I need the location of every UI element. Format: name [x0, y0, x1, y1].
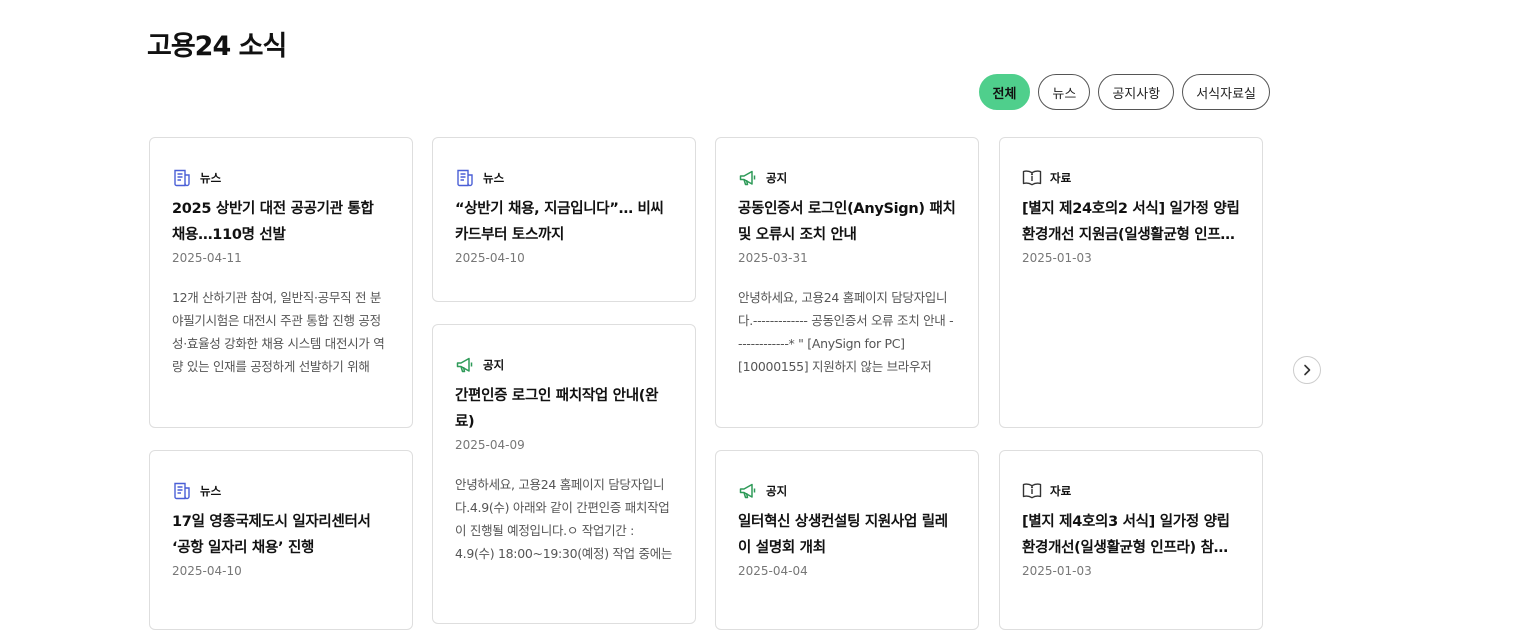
next-button[interactable]	[1293, 356, 1321, 384]
filter-tabs: 전체 뉴스 공지사항 서식자료실	[978, 74, 1270, 110]
card-title[interactable]: 일터혁신 상생컨설팅 지원사업 릴레이 설명회 개최	[738, 509, 956, 561]
card-category: 뉴스	[172, 481, 390, 501]
filter-notice[interactable]: 공지사항	[1098, 74, 1175, 110]
filter-all[interactable]: 전체	[978, 74, 1031, 110]
news-card[interactable]: 뉴스 “상반기 채용, 지금입니다”… 비씨카드부터 토스까지 2025-04-…	[432, 137, 696, 302]
chevron-right-icon	[1300, 363, 1314, 377]
card-category-label: 뉴스	[200, 171, 222, 185]
page-title: 고용24 소식	[147, 31, 287, 62]
card-category-label: 뉴스	[200, 484, 222, 498]
card-date: 2025-01-03	[1022, 251, 1092, 265]
megaphone-icon	[738, 168, 766, 188]
card-title[interactable]: [별지 제4호의3 서식] 일가정 양립 환경개선(일생활균형 인프라) 참여신…	[1022, 509, 1240, 561]
card-date: 2025-04-11	[172, 251, 242, 265]
news-icon	[172, 481, 200, 501]
card-category: 공지	[455, 355, 673, 375]
news-card[interactable]: 뉴스 2025 상반기 대전 공공기관 통합 채용…110명 선발 2025-0…	[149, 137, 413, 428]
news-card[interactable]: 뉴스 17일 영종국제도시 일자리센터서 ‘공항 일자리 채용’ 진행 2025…	[149, 450, 413, 630]
filter-news[interactable]: 뉴스	[1038, 74, 1091, 110]
card-title[interactable]: [별지 제24호의2 서식] 일가정 양립 환경개선 지원금(일생활균형 인프라…	[1022, 196, 1240, 248]
card-category: 뉴스	[455, 168, 673, 188]
card-category: 자료	[1022, 168, 1240, 188]
card-category: 자료	[1022, 481, 1240, 501]
card-description: 안녕하세요, 고용24 홈페이지 담당자입니다.4.9(수) 아래와 같이 간편…	[455, 477, 673, 561]
notice-card[interactable]: 공지 일터혁신 상생컨설팅 지원사업 릴레이 설명회 개최 2025-04-04	[715, 450, 979, 630]
forms-card[interactable]: 자료 [별지 제4호의3 서식] 일가정 양립 환경개선(일생활균형 인프라) …	[999, 450, 1263, 630]
card-title[interactable]: “상반기 채용, 지금입니다”… 비씨카드부터 토스까지	[455, 196, 673, 248]
megaphone-icon	[455, 355, 483, 375]
card-date: 2025-03-31	[738, 251, 808, 265]
notice-card[interactable]: 공지 공동인증서 로그인(AnySign) 패치 및 오류시 조치 안내 202…	[715, 137, 979, 428]
card-title[interactable]: 간편인증 로그인 패치작업 안내(완료)	[455, 383, 673, 435]
card-description: 안녕하세요, 고용24 홈페이지 담당자입니다.------------- 공동…	[738, 290, 954, 374]
card-date: 2025-04-09	[455, 438, 525, 452]
news-icon	[172, 168, 200, 188]
forms-card[interactable]: 자료 [별지 제24호의2 서식] 일가정 양립 환경개선 지원금(일생활균형 …	[999, 137, 1263, 428]
book-icon	[1022, 481, 1050, 501]
notice-card[interactable]: 공지 간편인증 로그인 패치작업 안내(완료) 2025-04-09 안녕하세요…	[432, 324, 696, 624]
book-icon	[1022, 168, 1050, 188]
card-category-label: 자료	[1050, 171, 1072, 185]
card-description: 12개 산하기관 참여, 일반직·공무직 전 분야필기시험은 대전시 주관 통합…	[172, 290, 385, 374]
card-date: 2025-04-10	[172, 564, 242, 578]
card-category: 공지	[738, 168, 956, 188]
card-title[interactable]: 공동인증서 로그인(AnySign) 패치 및 오류시 조치 안내	[738, 196, 956, 248]
card-category: 뉴스	[172, 168, 390, 188]
card-category-label: 공지	[483, 358, 505, 372]
news-icon	[455, 168, 483, 188]
megaphone-icon	[738, 481, 766, 501]
card-category-label: 공지	[766, 171, 788, 185]
card-date: 2025-04-10	[455, 251, 525, 265]
card-title[interactable]: 2025 상반기 대전 공공기관 통합 채용…110명 선발	[172, 196, 390, 248]
card-category-label: 뉴스	[483, 171, 505, 185]
filter-forms[interactable]: 서식자료실	[1182, 74, 1270, 110]
card-date: 2025-04-04	[738, 564, 808, 578]
card-title[interactable]: 17일 영종국제도시 일자리센터서 ‘공항 일자리 채용’ 진행	[172, 509, 390, 561]
card-category-label: 공지	[766, 484, 788, 498]
card-category-label: 자료	[1050, 484, 1072, 498]
card-category: 공지	[738, 481, 956, 501]
card-date: 2025-01-03	[1022, 564, 1092, 578]
